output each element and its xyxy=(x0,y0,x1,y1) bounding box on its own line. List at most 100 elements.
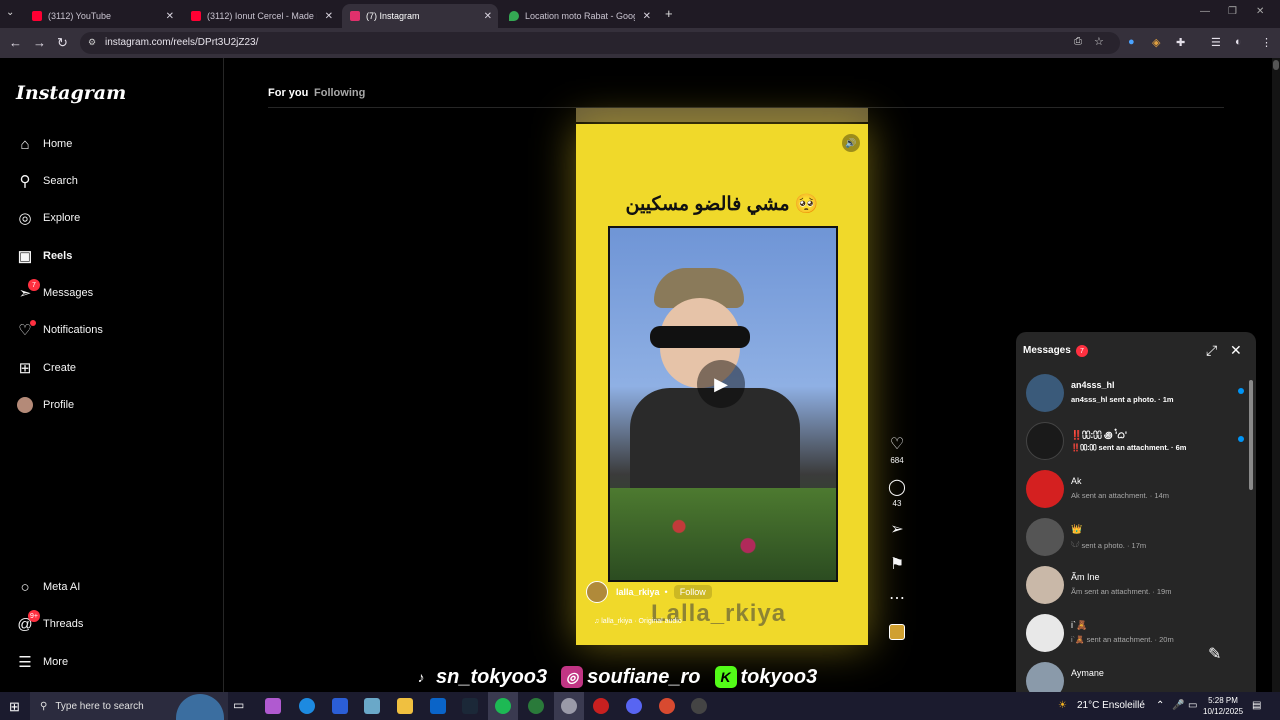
sidebar-item-profile[interactable]: Profile xyxy=(16,393,74,417)
reel-author-avatar[interactable] xyxy=(586,581,608,603)
app-dark-icon[interactable] xyxy=(691,698,707,714)
expand-icon[interactable]: ⤢ xyxy=(1206,342,1217,359)
sidebar-item-label: Home xyxy=(43,138,73,150)
sidebar-item-home[interactable]: ⌂ Home xyxy=(16,132,72,156)
store-icon[interactable] xyxy=(332,698,348,714)
windows-start-icon[interactable]: ⊞ xyxy=(9,699,20,715)
file-explorer-icon[interactable] xyxy=(397,698,413,714)
follow-button[interactable]: Follow xyxy=(673,585,712,599)
window-close-button[interactable]: ✕ xyxy=(1256,6,1264,17)
notification-center-icon[interactable]: ▤ xyxy=(1252,700,1261,711)
sidebar-item-search[interactable]: ⚲ Search xyxy=(16,169,78,193)
tab-following[interactable]: Following xyxy=(314,87,365,99)
heart-icon: ♡ xyxy=(16,320,36,339)
tab-search-icon[interactable]: ⌄ xyxy=(6,7,14,18)
like-count: 684 xyxy=(890,456,904,465)
browser-tab-youtube-2[interactable]: (3112) Ionut Cercel - Made in R ✕ xyxy=(183,4,339,28)
sidebar-item-label: Messages xyxy=(43,287,94,299)
browser-tab-youtube[interactable]: (3112) YouTube ✕ xyxy=(24,4,180,28)
sidebar-item-threads[interactable]: @ 9+ Threads xyxy=(16,610,83,636)
microphone-icon[interactable]: 🎤 xyxy=(1172,700,1184,711)
conversation-item[interactable]: ‼️⩇⩇:⩇⩇ ꩜ '๋ᜊ' ‼️⩇⩇:⩇⩇ sent an attachmen… xyxy=(1026,420,1248,464)
messages-panel-badge: 7 xyxy=(1076,345,1088,357)
sidebar-item-notifications[interactable]: ♡ Notifications xyxy=(16,318,103,342)
reel-username[interactable]: lalla_rkiya xyxy=(616,587,660,597)
conversation-item[interactable]: 👑 𓆩𓆪 sent a photo. · 17m xyxy=(1026,516,1248,560)
instagram-logo[interactable]: Instagram xyxy=(16,82,126,104)
plus-square-icon: ⊞ xyxy=(18,360,32,377)
browser-menu-icon[interactable]: ⋮ xyxy=(1261,36,1272,49)
share-button[interactable]: ➢ xyxy=(884,519,910,539)
steam-icon[interactable] xyxy=(462,698,478,714)
close-icon[interactable]: ✕ xyxy=(166,11,174,22)
tray-chevron-icon[interactable]: ⌃ xyxy=(1156,700,1164,711)
close-icon[interactable]: ✕ xyxy=(643,11,651,22)
minimize-button[interactable]: — xyxy=(1200,6,1210,17)
browser-tab-instagram[interactable]: (7) Instagram ✕ xyxy=(342,4,498,28)
conversation-preview: i`🧸 sent an attachment. · 20m xyxy=(1071,635,1174,644)
reel-audio[interactable]: ♫ lalla_rkiya · Original audio xyxy=(594,618,682,625)
edge-icon[interactable] xyxy=(299,698,315,714)
copilot-icon[interactable] xyxy=(265,698,281,714)
comment-button[interactable]: ◯ 43 xyxy=(884,477,910,508)
forward-arrow-icon[interactable]: → xyxy=(33,35,46,50)
compose-message-icon[interactable]: ✎ xyxy=(1208,644,1221,664)
conversation-item[interactable]: Ãm Ine Ãm sent an attachment. · 19m xyxy=(1026,564,1248,608)
sidebar-item-meta-ai[interactable]: ○ Meta AI xyxy=(16,575,80,599)
conversation-name: Aymane xyxy=(1071,668,1104,678)
spotify-icon[interactable] xyxy=(495,698,511,714)
close-icon[interactable]: ✕ xyxy=(484,11,492,22)
weather-text[interactable]: 21°C Ensoleillé xyxy=(1077,700,1145,711)
audio-thumbnail[interactable] xyxy=(884,624,910,645)
tab-for-you[interactable]: For you xyxy=(268,87,308,99)
chrome-2-icon[interactable] xyxy=(659,698,675,714)
weather-icon[interactable]: ☀ xyxy=(1058,700,1067,711)
sidebar-item-reels[interactable]: ▣ Reels xyxy=(16,244,72,268)
conversation-name: Ãm Ine xyxy=(1071,572,1100,582)
conversation-item[interactable]: Aymane xyxy=(1026,660,1248,692)
app-icon[interactable] xyxy=(364,698,380,714)
app-red-icon[interactable] xyxy=(593,698,609,714)
network-icon[interactable]: ▭ xyxy=(1188,700,1197,711)
extensions-puzzle-icon[interactable]: ✚ xyxy=(1176,36,1185,49)
play-icon[interactable]: ▶ xyxy=(697,360,745,408)
sidebar-item-more[interactable]: ☰ More xyxy=(16,650,68,674)
volume-icon[interactable]: 🔊 xyxy=(842,134,860,152)
task-view-icon[interactable]: ▭ xyxy=(233,698,249,714)
profile-avatar-icon[interactable]: ◐ xyxy=(1235,36,1242,48)
like-button[interactable]: ♡ 684 xyxy=(884,434,910,465)
discord-icon[interactable] xyxy=(626,698,642,714)
extension-icon[interactable]: ● xyxy=(1128,36,1135,48)
comment-count: 43 xyxy=(892,499,902,508)
outlook-icon[interactable] xyxy=(430,698,446,714)
page-scrollbar-thumb[interactable] xyxy=(1273,60,1279,70)
sidebar-item-messages[interactable]: ➣ 7 Messages xyxy=(16,279,94,305)
new-tab-button[interactable]: + xyxy=(665,6,673,21)
back-arrow-icon[interactable]: ← xyxy=(9,35,22,50)
media-control-icon[interactable]: ☰ xyxy=(1211,36,1221,49)
bookmark-star-icon[interactable]: ☆ xyxy=(1094,35,1104,48)
conversation-item[interactable]: an4sss_hl an4sss_hl sent a photo. · 1m xyxy=(1026,372,1248,416)
site-info-icon[interactable]: ⚙ xyxy=(88,37,96,48)
url-text: instagram.com/reels/DPrt3U2jZ23/ xyxy=(105,37,259,48)
messages-scrollbar[interactable] xyxy=(1249,380,1253,490)
more-options-button[interactable]: ⋯ xyxy=(884,588,910,608)
close-icon[interactable]: ✕ xyxy=(325,11,333,22)
close-icon[interactable]: ✕ xyxy=(1230,342,1242,359)
save-button[interactable]: ⚑ xyxy=(884,554,910,574)
sidebar-item-explore[interactable]: ◎ Explore xyxy=(16,206,80,230)
app-u-icon[interactable] xyxy=(528,698,544,714)
address-bar[interactable]: ⚙ instagram.com/reels/DPrt3U2jZ23/ ⎙ ☆ xyxy=(80,32,1120,54)
page-scrollbar[interactable] xyxy=(1272,58,1280,692)
sidebar-item-create[interactable]: ⊞ Create xyxy=(16,356,76,380)
restore-button[interactable]: ❐ xyxy=(1228,6,1237,17)
reload-icon[interactable]: ↻ xyxy=(57,35,68,51)
taskbar-clock[interactable]: 5:28 PM 10/12/2025 xyxy=(1203,695,1243,717)
conversation-item[interactable]: Ak Ak sent an attachment. · 14m xyxy=(1026,468,1248,512)
reel-video[interactable]: 🔊 مشي فالضو مسكيين 🥺 ▶ Lalla_rkiya lalla… xyxy=(576,124,868,645)
avatar xyxy=(1026,662,1064,692)
extension-2-icon[interactable]: ◈ xyxy=(1152,36,1160,49)
chrome-icon[interactable] xyxy=(561,698,577,714)
install-app-icon[interactable]: ⎙ xyxy=(1074,36,1082,47)
browser-tab-maps[interactable]: Location moto Rabat - Google ✕ xyxy=(501,4,657,28)
